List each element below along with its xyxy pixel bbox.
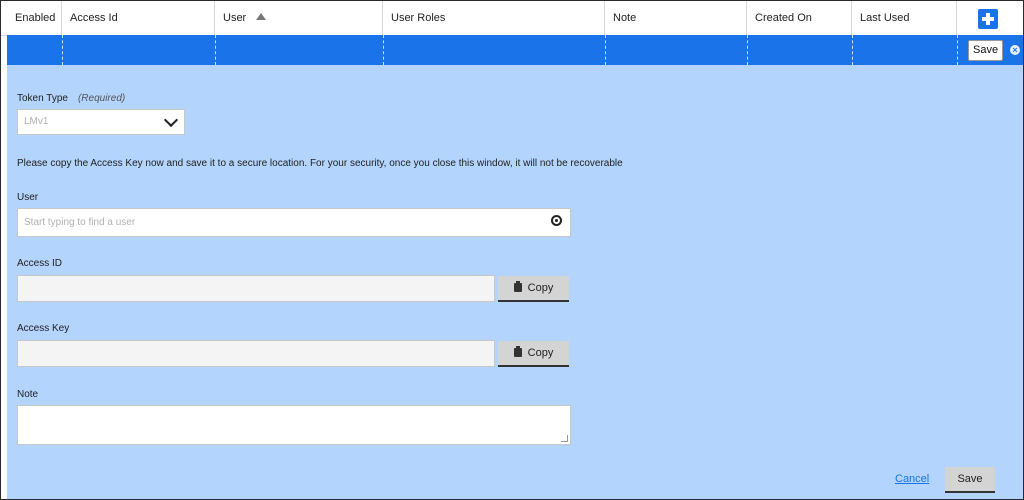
column-header-note-label: Note bbox=[613, 12, 637, 24]
column-header-enabled[interactable]: Enabled bbox=[7, 1, 62, 35]
column-header-created-on-label: Created On bbox=[755, 12, 812, 24]
search-icon[interactable] bbox=[551, 215, 562, 226]
column-header-last-used[interactable]: Last Used bbox=[852, 1, 957, 35]
cell-divider bbox=[747, 35, 748, 65]
access-id-label: Access ID bbox=[17, 258, 63, 269]
editing-row: Save × bbox=[7, 35, 1023, 65]
cell-divider bbox=[383, 35, 384, 65]
cell-divider bbox=[957, 35, 958, 65]
clipboard-icon bbox=[513, 281, 522, 292]
token-form: Token Type (Required) LMv1 Please copy th… bbox=[7, 65, 1023, 499]
note-label: Note bbox=[17, 389, 39, 400]
column-header-access-id[interactable]: Access Id bbox=[62, 1, 215, 35]
access-id-field[interactable] bbox=[17, 275, 495, 302]
cancel-link[interactable]: Cancel bbox=[895, 473, 929, 485]
save-button[interactable]: Save bbox=[945, 467, 995, 493]
column-header-user-label: User bbox=[223, 12, 247, 24]
copy-access-key-label: Copy bbox=[527, 347, 554, 359]
column-header-user-roles-label: User Roles bbox=[391, 12, 446, 24]
column-header-last-used-label: Last Used bbox=[860, 12, 910, 24]
api-tokens-panel: Enabled Access Id User User Roles Note C… bbox=[0, 0, 1024, 500]
copy-access-id-button[interactable]: Copy bbox=[498, 276, 569, 302]
access-key-notice: Please copy the Access Key now and save … bbox=[17, 158, 623, 169]
user-search-input[interactable]: Start typing to find a user bbox=[17, 208, 571, 237]
table-header: Enabled Access Id User User Roles Note C… bbox=[1, 1, 1023, 36]
column-header-enabled-label: Enabled bbox=[15, 12, 56, 24]
row-save-button[interactable]: Save bbox=[968, 40, 1004, 61]
cell-divider bbox=[605, 35, 606, 65]
token-type-select[interactable]: LMv1 bbox=[17, 109, 185, 135]
clipboard-icon bbox=[513, 346, 522, 357]
column-header-user-roles[interactable]: User Roles bbox=[383, 1, 605, 35]
cell-divider bbox=[62, 35, 63, 65]
user-search-placeholder: Start typing to find a user bbox=[24, 217, 136, 228]
cell-divider bbox=[215, 35, 216, 65]
note-textarea[interactable] bbox=[17, 405, 571, 445]
user-label: User bbox=[17, 192, 39, 203]
chevron-down-icon bbox=[163, 112, 179, 128]
column-header-created-on[interactable]: Created On bbox=[747, 1, 852, 35]
access-key-field[interactable] bbox=[17, 340, 495, 367]
close-circle-icon[interactable]: × bbox=[1010, 45, 1020, 55]
column-header-access-id-label: Access Id bbox=[70, 12, 118, 24]
resize-handle[interactable] bbox=[561, 435, 568, 442]
add-token-button[interactable] bbox=[978, 9, 998, 29]
column-header-user[interactable]: User bbox=[215, 1, 383, 35]
access-key-label: Access Key bbox=[17, 323, 70, 334]
cell-divider bbox=[852, 35, 853, 65]
required-indicator: (Required) bbox=[77, 93, 126, 104]
sort-asc-icon bbox=[256, 12, 267, 20]
copy-access-key-button[interactable]: Copy bbox=[498, 341, 569, 367]
token-type-label: Token Type (Required) bbox=[17, 93, 125, 104]
token-type-value: LMv1 bbox=[24, 116, 49, 127]
token-type-label-text: Token Type bbox=[17, 93, 68, 104]
column-header-note[interactable]: Note bbox=[605, 1, 747, 35]
copy-access-id-label: Copy bbox=[527, 282, 554, 294]
